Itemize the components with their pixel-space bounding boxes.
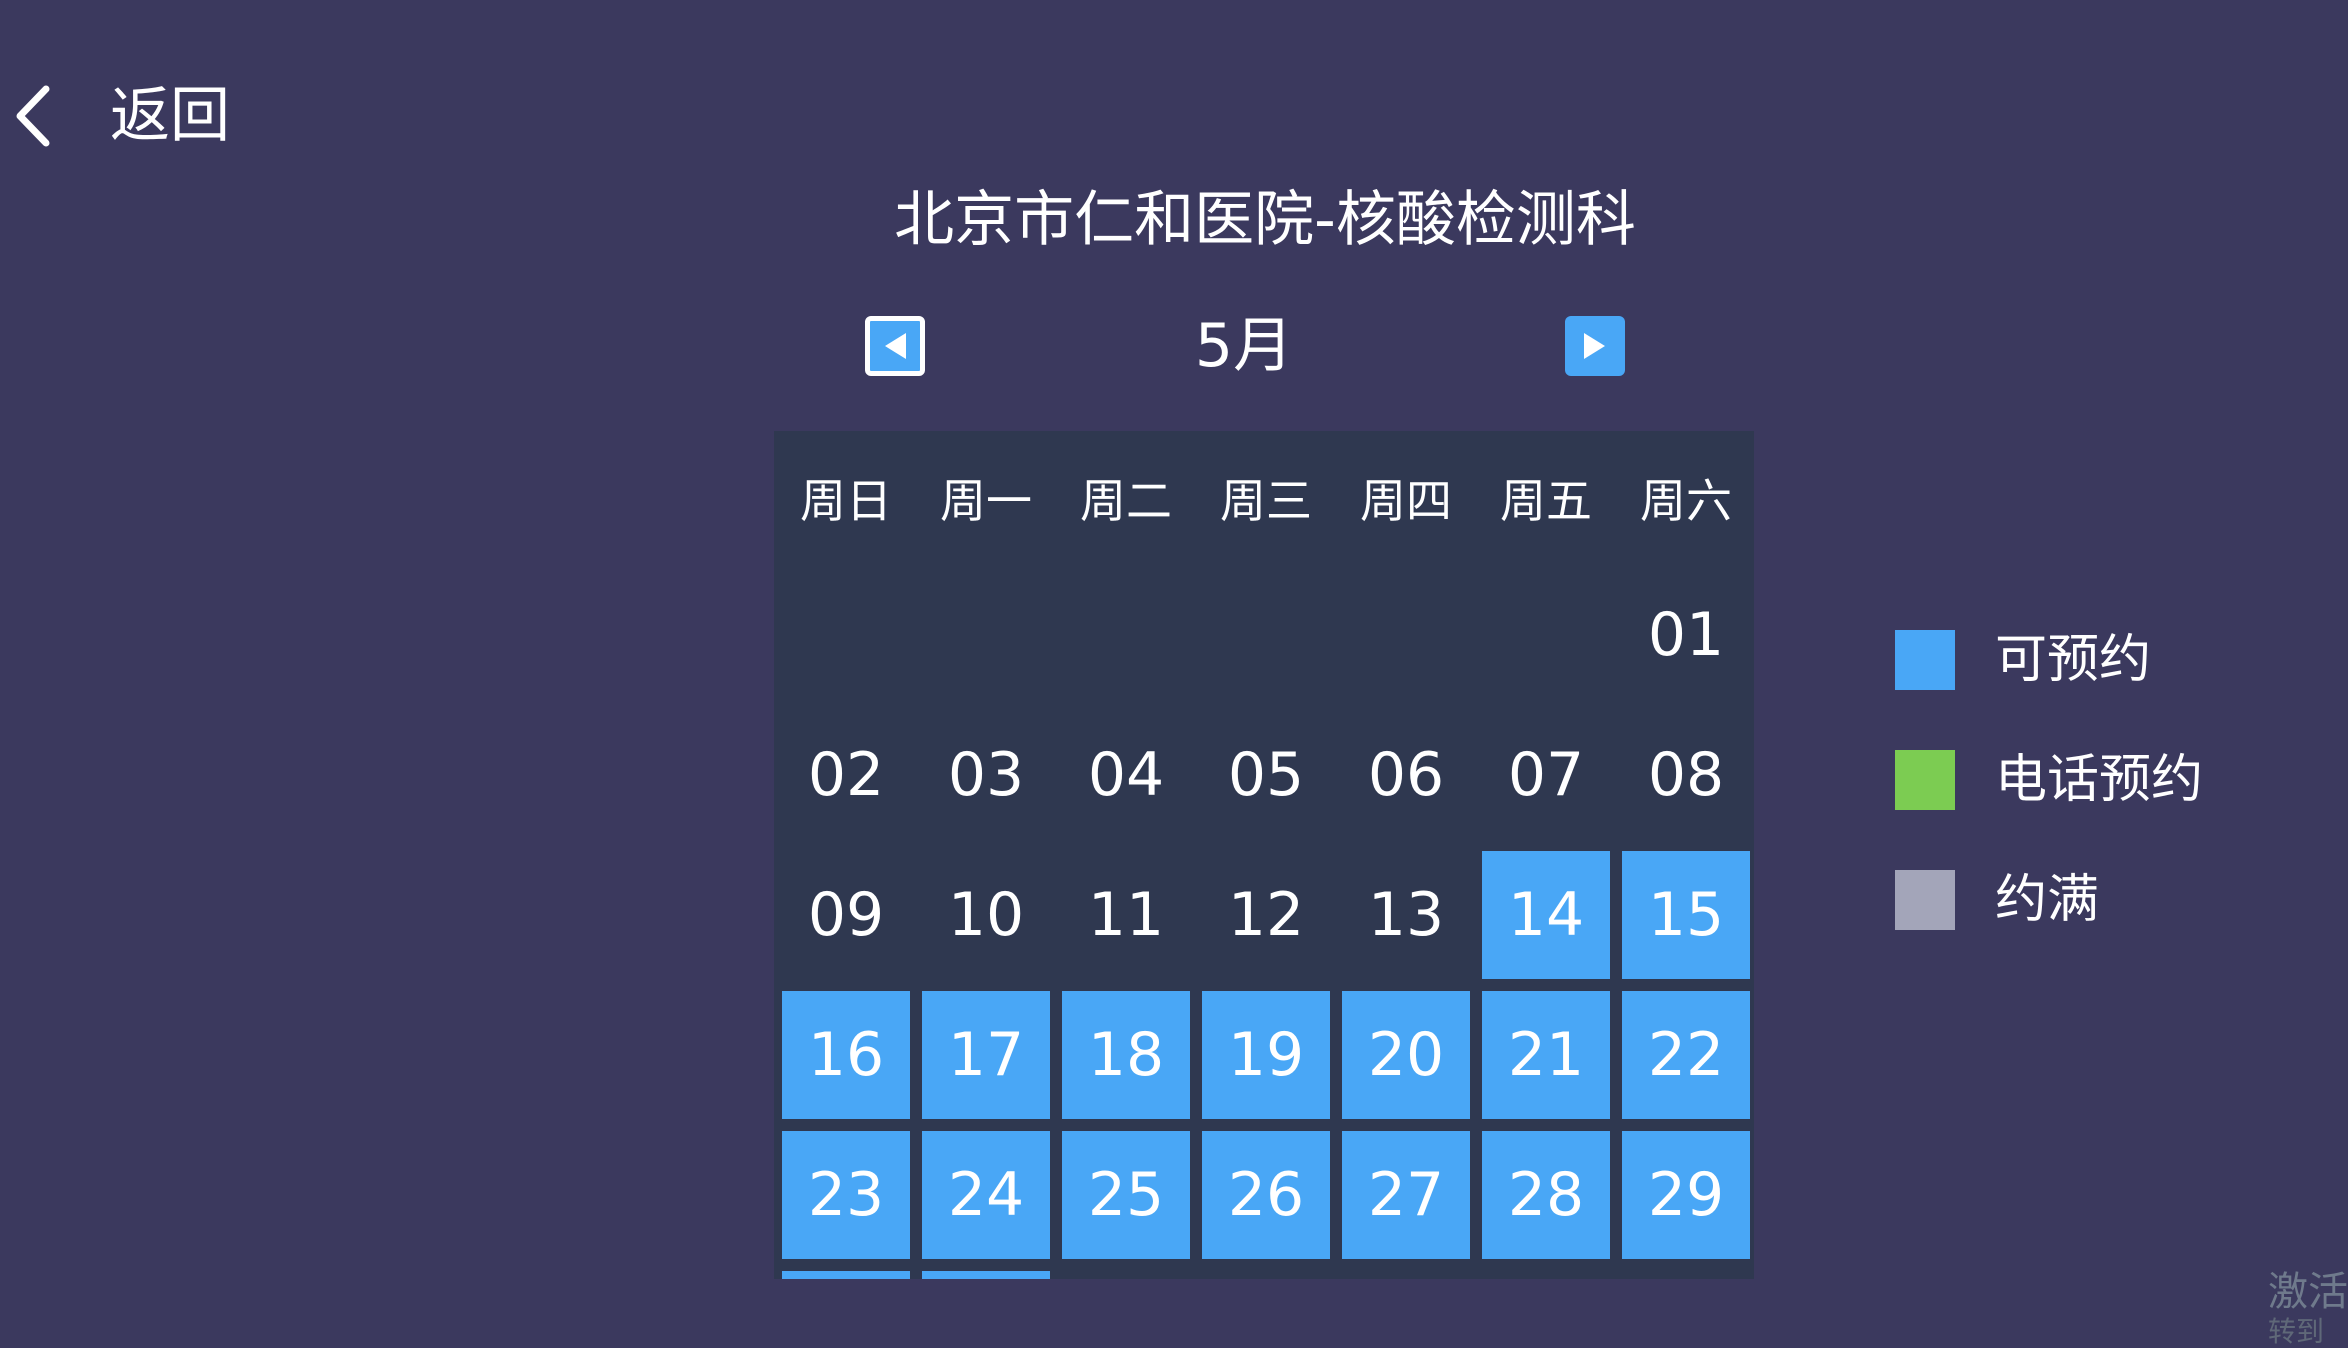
legend-label: 电话预约	[1995, 750, 2204, 810]
page-title: 北京市仁和医院-核酸检测科	[894, 185, 1636, 255]
legend-label: 可预约	[1995, 630, 2152, 690]
back-label: 返回	[110, 81, 230, 151]
calendar-day: 07	[1507, 740, 1585, 810]
weekday-label: 周一	[940, 474, 1032, 528]
calendar-days-grid: 01 02 03 04 05 06 07 08 09 10 11 12 13 14 15 16 17 18 19 20…	[774, 571, 1754, 1279]
calendar-day-empty	[1202, 571, 1330, 699]
calendar-day: 05	[1227, 740, 1305, 810]
calendar-day: 04	[1087, 740, 1165, 810]
calendar-day: 08	[1647, 740, 1725, 810]
calendar-day-available[interactable]: 28	[1482, 1131, 1610, 1259]
legend-swatch	[1895, 630, 1955, 690]
calendar-day-available[interactable]: 14	[1482, 851, 1610, 979]
calendar-day-available[interactable]: 15	[1622, 851, 1750, 979]
calendar-day: 03	[947, 740, 1025, 810]
weekday-label: 周三	[1220, 474, 1312, 528]
calendar-day: 12	[1227, 880, 1305, 950]
triangle-left-icon	[885, 333, 906, 359]
calendar-day-empty	[782, 571, 910, 699]
legend-label: 约满	[1995, 870, 2100, 930]
calendar-day-empty	[1062, 571, 1190, 699]
weekday-label: 周六	[1640, 474, 1732, 528]
back-button[interactable]: 返回	[12, 78, 230, 154]
calendar-day-available[interactable]: 16	[782, 991, 910, 1119]
calendar-day-available[interactable]: 23	[782, 1131, 910, 1259]
watermark-subtext: 转到	[2268, 1315, 2325, 1348]
legend-item: 电话预约	[1895, 750, 2203, 810]
calendar-day-empty	[1482, 571, 1610, 699]
calendar-day: 10	[947, 880, 1025, 950]
calendar-day-available[interactable]: 26	[1202, 1131, 1330, 1259]
watermark-text: 激活	[2268, 1269, 2348, 1315]
legend-item: 约满	[1895, 870, 2203, 930]
calendar-day: 11	[1087, 880, 1165, 950]
calendar-day-available[interactable]: 22	[1622, 991, 1750, 1119]
calendar-day: 06	[1367, 740, 1445, 810]
calendar-day-available[interactable]: 29	[1622, 1131, 1750, 1259]
prev-month-button[interactable]	[865, 316, 925, 376]
calendar-day-available[interactable]: 25	[1062, 1131, 1190, 1259]
calendar-day-empty	[922, 571, 1050, 699]
month-label: 5月	[1194, 311, 1294, 381]
triangle-right-icon	[1584, 333, 1605, 359]
weekday-label: 周二	[1080, 474, 1172, 528]
calendar-day-empty	[1342, 571, 1470, 699]
calendar-day: 13	[1367, 880, 1445, 950]
next-month-button[interactable]	[1565, 316, 1625, 376]
weekday-header-row: 周日 周一 周二 周三 周四 周五 周六	[774, 431, 1754, 571]
calendar-day: 09	[807, 880, 885, 950]
chevron-left-icon	[16, 85, 50, 147]
calendar-day-available[interactable]	[922, 1271, 1050, 1279]
calendar-panel: 周日 周一 周二 周三 周四 周五 周六 01 02 03 04 05 06 07 08 09 10 11 12 1…	[774, 431, 1754, 1279]
calendar-day-available[interactable]: 18	[1062, 991, 1190, 1119]
legend-item: 可预约	[1895, 630, 2203, 690]
calendar-day: 02	[807, 740, 885, 810]
calendar-day: 01	[1647, 600, 1725, 670]
calendar-day-available[interactable]: 17	[922, 991, 1050, 1119]
legend-swatch	[1895, 750, 1955, 810]
legend: 可预约 电话预约 约满	[1895, 630, 2203, 990]
calendar-day-available[interactable]: 27	[1342, 1131, 1470, 1259]
weekday-label: 周五	[1500, 474, 1592, 528]
calendar-day-available[interactable]: 19	[1202, 991, 1330, 1119]
calendar-day-available[interactable]: 24	[922, 1131, 1050, 1259]
weekday-label: 周四	[1360, 474, 1452, 528]
calendar-day-available[interactable]: 21	[1482, 991, 1610, 1119]
calendar-day-available[interactable]: 20	[1342, 991, 1470, 1119]
legend-swatch	[1895, 870, 1955, 930]
calendar-day-available[interactable]	[782, 1271, 910, 1279]
weekday-label: 周日	[800, 474, 892, 528]
